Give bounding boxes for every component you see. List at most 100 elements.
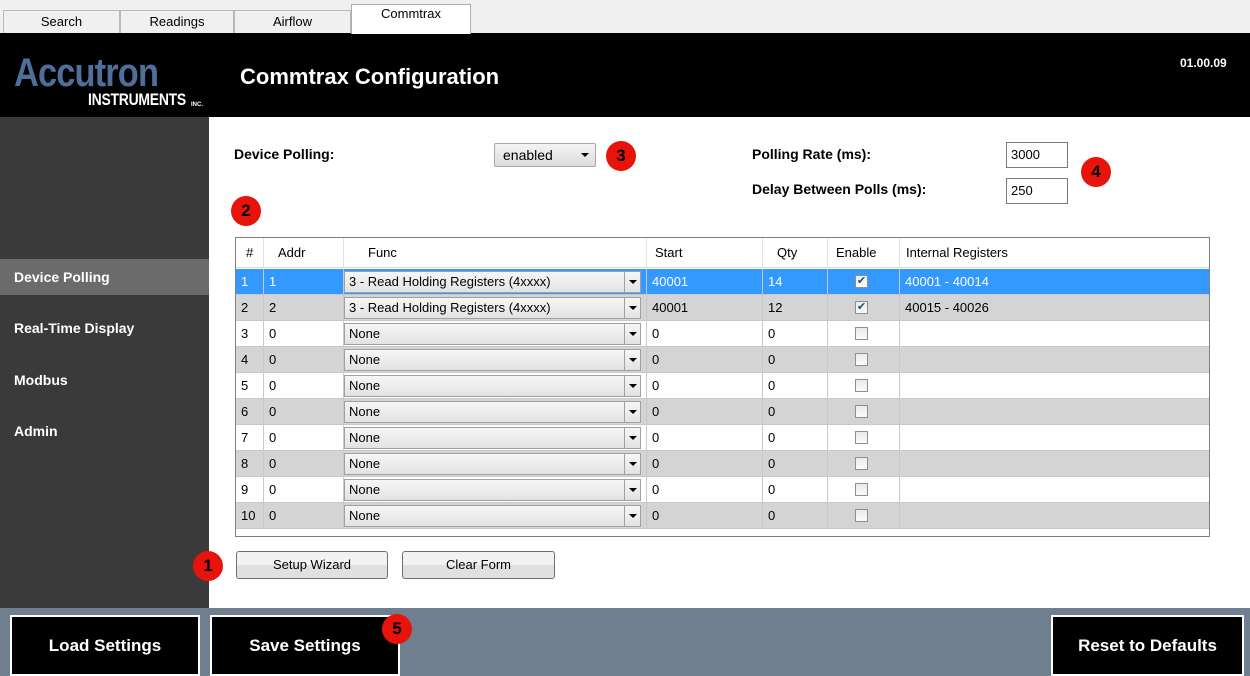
enable-checkbox[interactable]: [855, 327, 868, 340]
start-cell[interactable]: 0: [647, 399, 763, 425]
sidebar-item-device-polling[interactable]: Device Polling: [0, 259, 209, 295]
addr-cell[interactable]: 0: [264, 399, 344, 425]
num-cell[interactable]: 1: [236, 269, 264, 295]
func-select[interactable]: 3 - Read Holding Registers (4xxxx): [344, 271, 641, 293]
qty-cell[interactable]: 0: [763, 321, 828, 347]
qty-cell[interactable]: 0: [763, 373, 828, 399]
table-row[interactable]: 5 0 None 0 0: [236, 373, 1209, 399]
chevron-down-icon[interactable]: [624, 298, 640, 318]
tab-airflow[interactable]: Airflow: [234, 10, 351, 33]
header-func[interactable]: Func: [344, 238, 647, 268]
registers-cell[interactable]: [900, 451, 1209, 477]
addr-cell[interactable]: 0: [264, 425, 344, 451]
enable-checkbox[interactable]: [855, 431, 868, 444]
num-cell[interactable]: 2: [236, 295, 264, 321]
start-cell[interactable]: 0: [647, 347, 763, 373]
num-cell[interactable]: 7: [236, 425, 264, 451]
save-settings-button[interactable]: Save Settings: [210, 615, 400, 676]
func-select[interactable]: 3 - Read Holding Registers (4xxxx): [344, 297, 641, 319]
func-select[interactable]: None: [344, 375, 641, 397]
tab-search[interactable]: Search: [3, 10, 120, 33]
chevron-down-icon[interactable]: [624, 402, 640, 422]
enable-checkbox[interactable]: [855, 483, 868, 496]
qty-cell[interactable]: 0: [763, 451, 828, 477]
num-cell[interactable]: 10: [236, 503, 264, 529]
func-select[interactable]: None: [344, 505, 641, 527]
chevron-down-icon[interactable]: [624, 454, 640, 474]
func-select[interactable]: None: [344, 479, 641, 501]
delay-between-polls-input[interactable]: 250: [1006, 178, 1068, 204]
table-row[interactable]: 4 0 None 0 0: [236, 347, 1209, 373]
start-cell[interactable]: 0: [647, 321, 763, 347]
header-enable[interactable]: Enable: [828, 238, 900, 268]
start-cell[interactable]: 0: [647, 503, 763, 529]
load-settings-button[interactable]: Load Settings: [10, 615, 200, 676]
chevron-down-icon[interactable]: [624, 324, 640, 344]
start-cell[interactable]: 0: [647, 477, 763, 503]
table-row[interactable]: 6 0 None 0 0: [236, 399, 1209, 425]
registers-cell[interactable]: 40015 - 40026: [900, 295, 1209, 321]
chevron-down-icon[interactable]: [624, 350, 640, 370]
enable-checkbox[interactable]: [855, 379, 868, 392]
setup-wizard-button[interactable]: Setup Wizard: [236, 551, 388, 579]
enable-checkbox[interactable]: [855, 405, 868, 418]
qty-cell[interactable]: 14: [763, 269, 828, 295]
header-qty[interactable]: Qty: [763, 238, 828, 268]
func-select[interactable]: None: [344, 323, 641, 345]
num-cell[interactable]: 9: [236, 477, 264, 503]
addr-cell[interactable]: 0: [264, 321, 344, 347]
qty-cell[interactable]: 12: [763, 295, 828, 321]
tab-commtrax[interactable]: Commtrax: [351, 4, 471, 34]
num-cell[interactable]: 6: [236, 399, 264, 425]
num-cell[interactable]: 3: [236, 321, 264, 347]
qty-cell[interactable]: 0: [763, 399, 828, 425]
addr-cell[interactable]: 0: [264, 503, 344, 529]
table-row[interactable]: 22 3 - Read Holding Registers (4xxxx) 4000…: [236, 295, 1209, 321]
num-cell[interactable]: 5: [236, 373, 264, 399]
table-row[interactable]: 10 0 None 0 0: [236, 503, 1209, 529]
registers-cell[interactable]: [900, 373, 1209, 399]
start-cell[interactable]: 0: [647, 451, 763, 477]
start-cell[interactable]: 40001: [647, 295, 763, 321]
qty-cell[interactable]: 0: [763, 477, 828, 503]
addr-cell[interactable]: 0: [264, 373, 344, 399]
func-select[interactable]: None: [344, 401, 641, 423]
enable-checkbox[interactable]: [855, 457, 868, 470]
addr-cell[interactable]: 2: [264, 295, 344, 321]
qty-cell[interactable]: 0: [763, 425, 828, 451]
enable-checkbox[interactable]: ✔: [855, 301, 868, 314]
registers-cell[interactable]: 40001 - 40014: [900, 269, 1209, 295]
sidebar-item-real-time-display[interactable]: Real-Time Display: [0, 310, 209, 346]
registers-cell[interactable]: [900, 477, 1209, 503]
header-num[interactable]: #: [236, 238, 264, 268]
table-row[interactable]: 8 0 None 0 0: [236, 451, 1209, 477]
header-addr[interactable]: Addr: [264, 238, 344, 268]
device-polling-select[interactable]: enabled: [494, 143, 596, 167]
addr-cell[interactable]: 0: [264, 347, 344, 373]
header-start[interactable]: Start: [647, 238, 763, 268]
chevron-down-icon[interactable]: [624, 376, 640, 396]
clear-form-button[interactable]: Clear Form: [402, 551, 555, 579]
func-select[interactable]: None: [344, 349, 641, 371]
tab-readings[interactable]: Readings: [120, 10, 234, 33]
sidebar-item-admin[interactable]: Admin: [0, 413, 209, 449]
chevron-down-icon[interactable]: [624, 272, 640, 292]
registers-cell[interactable]: [900, 347, 1209, 373]
num-cell[interactable]: 8: [236, 451, 264, 477]
registers-cell[interactable]: [900, 321, 1209, 347]
registers-cell[interactable]: [900, 503, 1209, 529]
start-cell[interactable]: 0: [647, 425, 763, 451]
qty-cell[interactable]: 0: [763, 503, 828, 529]
start-cell[interactable]: 40001: [647, 269, 763, 295]
start-cell[interactable]: 0: [647, 373, 763, 399]
num-cell[interactable]: 4: [236, 347, 264, 373]
sidebar-item-modbus[interactable]: Modbus: [0, 362, 209, 398]
chevron-down-icon[interactable]: [624, 480, 640, 500]
enable-checkbox[interactable]: ✔: [855, 275, 868, 288]
enable-checkbox[interactable]: [855, 353, 868, 366]
registers-cell[interactable]: [900, 399, 1209, 425]
addr-cell[interactable]: 1: [264, 269, 344, 295]
qty-cell[interactable]: 0: [763, 347, 828, 373]
enable-checkbox[interactable]: [855, 509, 868, 522]
table-row[interactable]: 11 3 - Read Holding Registers (4xxxx) 4000…: [236, 269, 1209, 295]
